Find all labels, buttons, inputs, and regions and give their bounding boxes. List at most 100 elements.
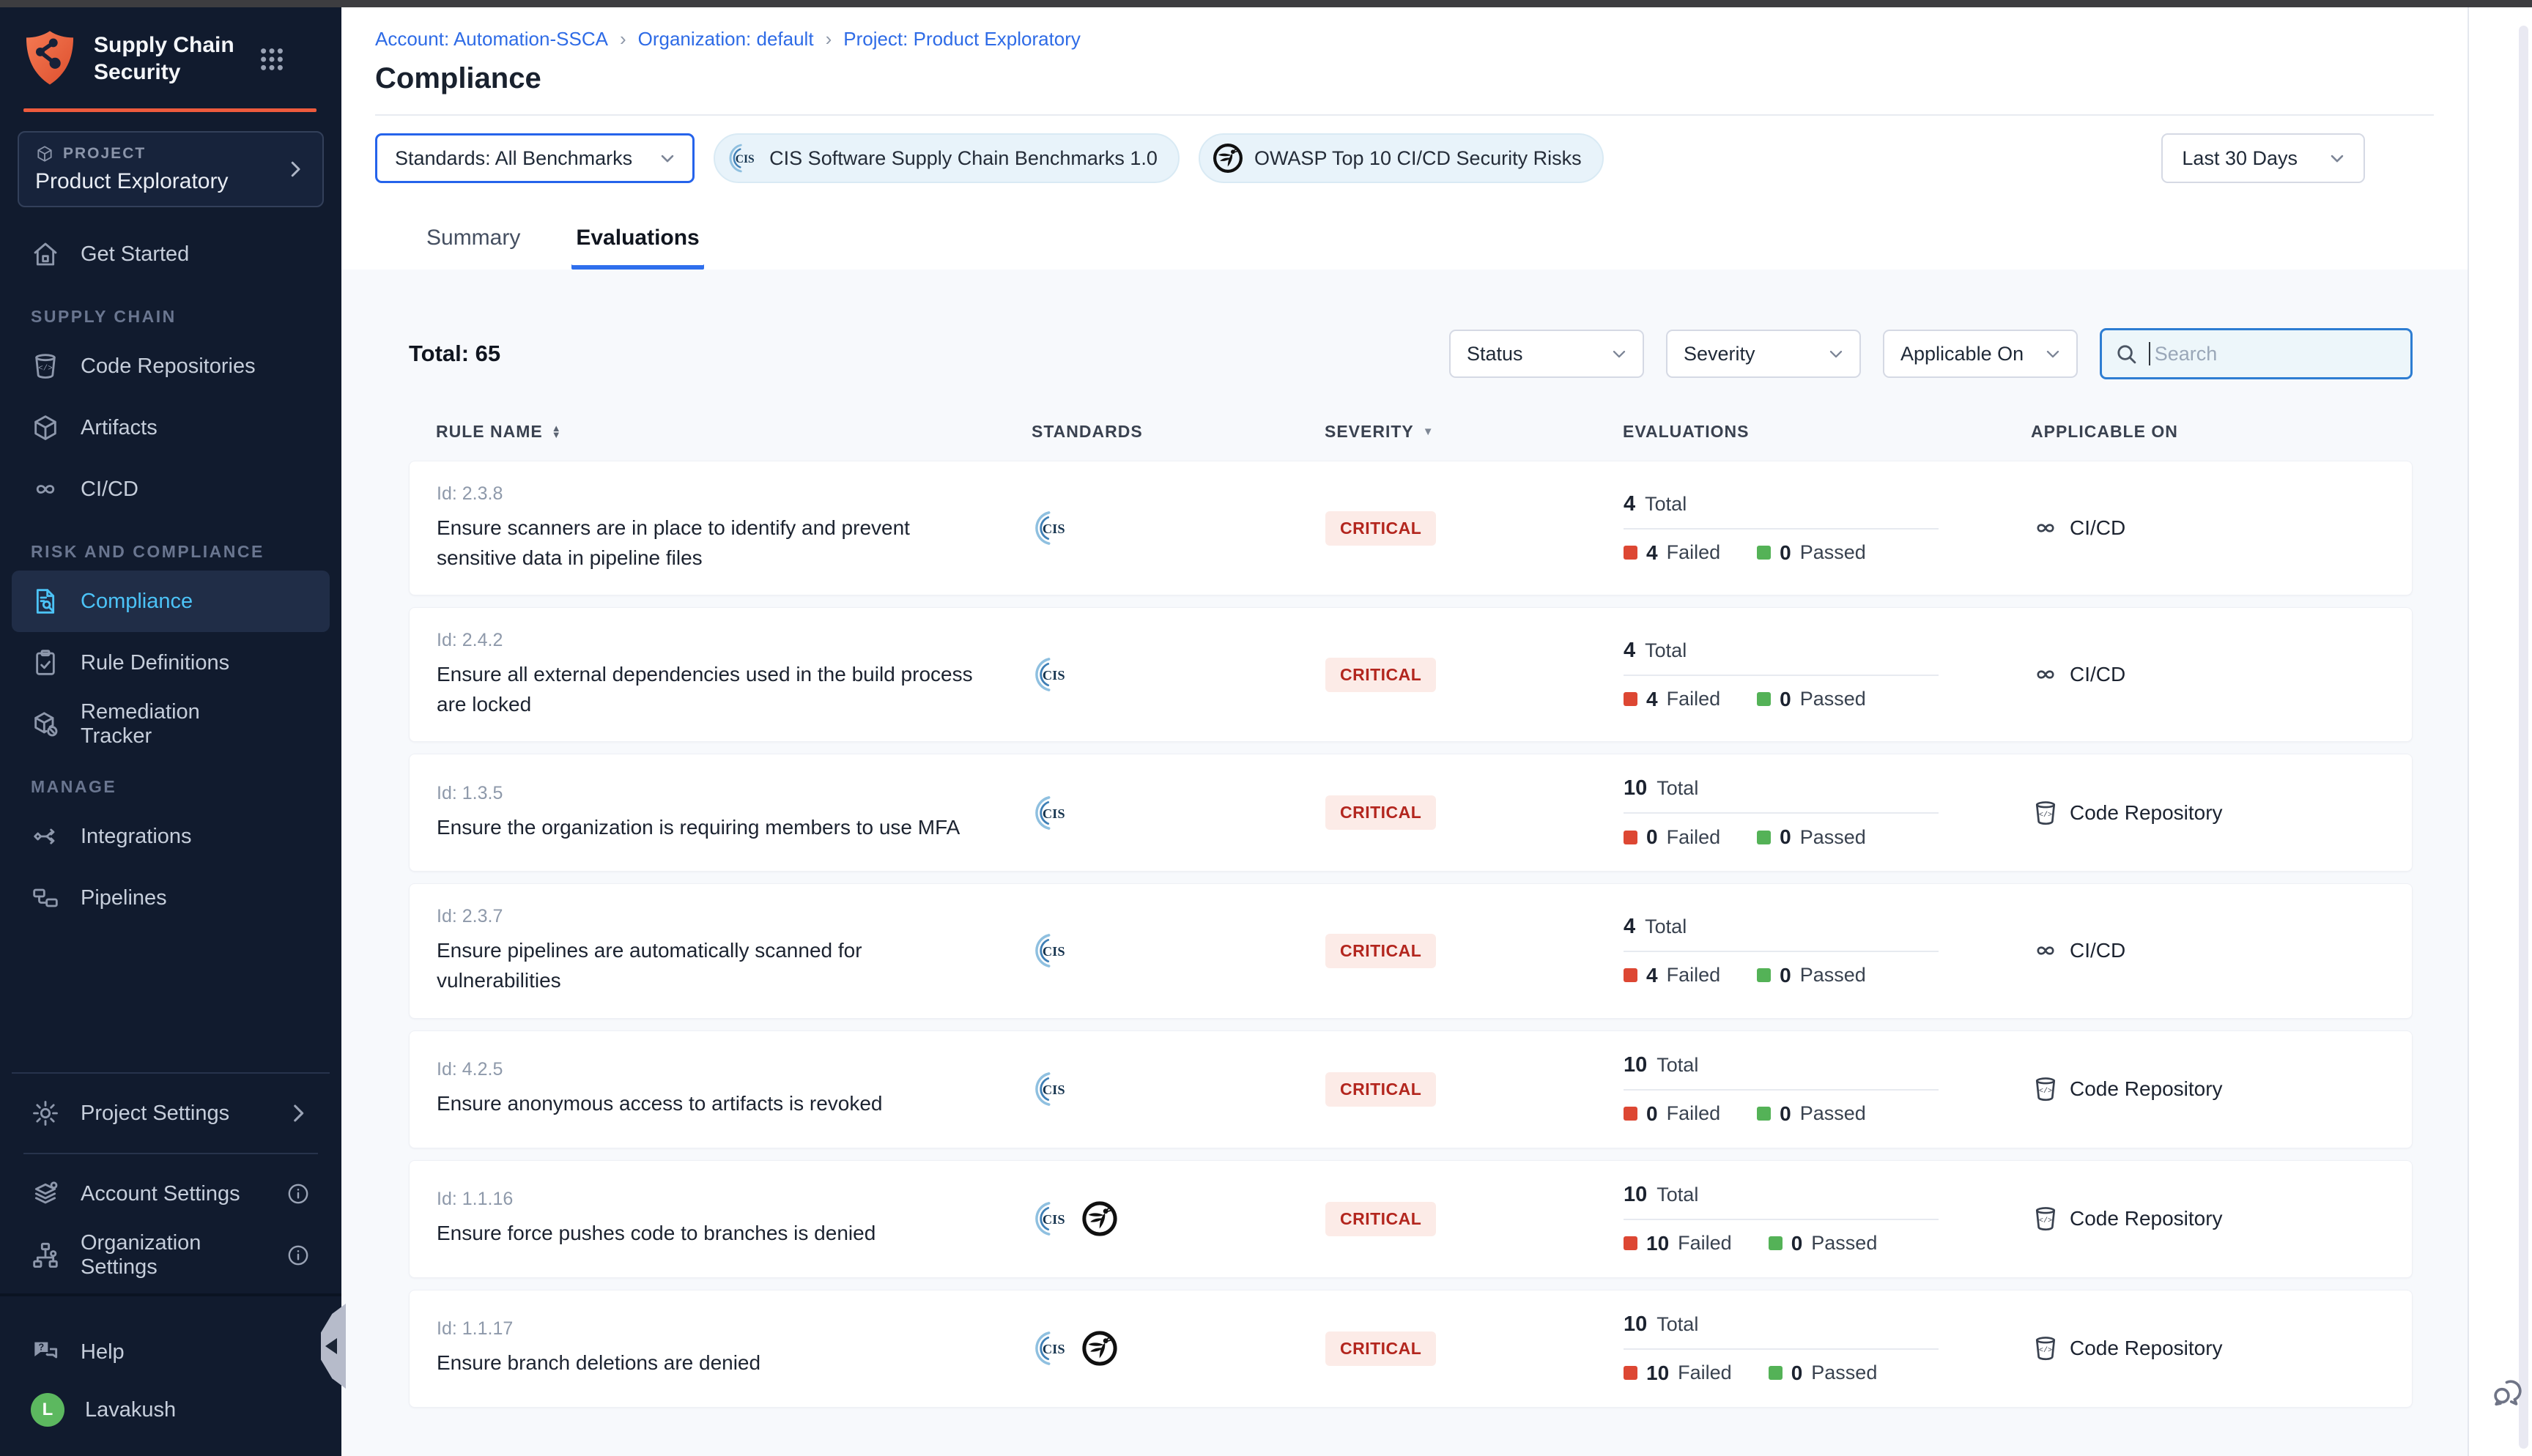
table-row[interactable]: Id: 4.2.5 Ensure anonymous access to art…	[409, 1030, 2413, 1148]
applicable-on-cell: CI/CD	[2032, 661, 2412, 688]
breadcrumb-link-3[interactable]: Project: Product Exploratory	[843, 28, 1081, 51]
severity-badge: CRITICAL	[1325, 795, 1436, 830]
avatar: L	[31, 1393, 64, 1427]
owasp-logo-icon	[1212, 142, 1244, 174]
scrollbar[interactable]	[2519, 26, 2528, 1449]
eval-passed: 0Passed	[1769, 1362, 1878, 1385]
sidebar-item-remediation-tracker[interactable]: Remediation Tracker	[12, 694, 330, 755]
cube-icon	[35, 144, 54, 163]
breadcrumb-link-2[interactable]: Organization: default	[638, 28, 814, 51]
chevron-right-icon	[284, 158, 306, 180]
standard-chip-owasp[interactable]: OWASP Top 10 CI/CD Security Risks	[1199, 133, 1604, 183]
evaluations-cell: 4 Total 4Failed 0Passed	[1624, 639, 2032, 711]
sidebar-item-compliance[interactable]: Compliance	[12, 571, 330, 632]
table-row[interactable]: Id: 2.4.2 Ensure all external dependenci…	[409, 607, 2413, 742]
sidebar-item-rule-definitions[interactable]: Rule Definitions	[12, 632, 330, 694]
sidebar-item-project-settings[interactable]: Project Settings	[12, 1082, 330, 1144]
eval-divider	[1624, 951, 1939, 952]
layers-icon	[31, 1179, 60, 1208]
chip-label: OWASP Top 10 CI/CD Security Risks	[1254, 147, 1582, 170]
eval-passed: 0Passed	[1769, 1232, 1878, 1255]
applicable-on-label: Code Repository	[2070, 1077, 2223, 1101]
sort-desc-icon[interactable]: ▼	[1423, 426, 1435, 438]
table-row[interactable]: Id: 2.3.7 Ensure pipelines are automatic…	[409, 883, 2413, 1018]
right-gutter	[2468, 7, 2532, 1456]
chevron-down-icon	[1826, 343, 1846, 364]
breadcrumb-link-1[interactable]: Account: Automation-SSCA	[375, 28, 608, 51]
tab-summary[interactable]: Summary	[422, 226, 525, 270]
sidebar-item-organization-settings[interactable]: Organization Settings	[12, 1225, 330, 1286]
text-caret	[2149, 342, 2150, 365]
eval-failed-count: 10	[1646, 1232, 1669, 1255]
eval-total-count: 10	[1624, 1312, 1647, 1336]
column-header-severity[interactable]: SEVERITY▼	[1325, 422, 1623, 442]
tab-evaluations[interactable]: Evaluations	[571, 226, 703, 270]
svg-text:CIS: CIS	[1043, 806, 1065, 821]
sidebar-item-pipelines[interactable]: Pipelines	[12, 867, 330, 929]
status-dropdown[interactable]: Status	[1449, 330, 1644, 378]
eval-failed: 10Failed	[1624, 1232, 1732, 1255]
table-row[interactable]: Id: 2.3.8 Ensure scanners are in place t…	[409, 461, 2413, 595]
rule-name: Ensure all external dependencies used in…	[437, 660, 979, 719]
eval-divider	[1624, 528, 1939, 530]
eval-passed-label: Passed	[1800, 826, 1866, 849]
eval-total-count: 10	[1624, 1183, 1647, 1206]
eval-total: 4 Total	[1624, 492, 2032, 516]
applicable-on-label: Code Repository	[2070, 801, 2223, 825]
svg-text:</>: </>	[2039, 811, 2052, 820]
applicable-on-dropdown[interactable]: Applicable On	[1883, 330, 2078, 378]
table-row[interactable]: Id: 1.1.17 Ensure branch deletions are d…	[409, 1290, 2413, 1408]
cis-logo-icon: CIS	[1032, 1329, 1070, 1367]
code-repo-icon: </>	[2032, 1334, 2059, 1362]
applicable-on-label: CI/CD	[2070, 939, 2125, 962]
app-window: Supply Chain Security PROJECT Product Ex…	[0, 7, 2532, 1456]
rule-name: Ensure scanners are in place to identify…	[437, 513, 979, 573]
eval-failed: 0Failed	[1624, 1102, 1720, 1126]
severity-cell: CRITICAL	[1325, 1202, 1624, 1236]
breadcrumb-separator: ›	[826, 28, 832, 51]
brand-shield-icon	[22, 29, 78, 89]
table-row[interactable]: Id: 1.1.16 Ensure force pushes code to b…	[409, 1160, 2413, 1278]
eval-total-count: 4	[1624, 492, 1635, 516]
severity-badge: CRITICAL	[1325, 934, 1436, 968]
sidebar-item-artifacts[interactable]: Artifacts	[12, 397, 330, 458]
standards-chips: CISCIS Software Supply Chain Benchmarks …	[714, 133, 1603, 183]
eval-failed: 4Failed	[1624, 964, 1720, 987]
eval-passed-count: 0	[1780, 541, 1791, 565]
search-box[interactable]	[2100, 328, 2413, 379]
help-button[interactable]: ? Help	[12, 1321, 330, 1383]
search-input[interactable]	[2155, 343, 2399, 365]
date-range-dropdown[interactable]: Last 30 Days	[2161, 133, 2365, 183]
standards-filter-bar: Standards: All Benchmarks CISCIS Softwar…	[341, 116, 2468, 201]
svg-text:</>: </>	[2039, 1087, 2052, 1096]
standards-dropdown[interactable]: Standards: All Benchmarks	[375, 133, 695, 183]
eval-divider	[1624, 1219, 1939, 1220]
user-menu[interactable]: L Lavakush	[12, 1383, 330, 1437]
standard-chip-cis[interactable]: CISCIS Software Supply Chain Benchmarks …	[714, 133, 1180, 183]
feedback-chat-icon[interactable]	[2488, 1373, 2526, 1411]
svg-text:?: ?	[39, 1342, 45, 1353]
eval-failed-label: Failed	[1678, 1362, 1732, 1384]
rule-name: Ensure pipelines are automatically scann…	[437, 936, 979, 995]
infinity-icon	[2032, 661, 2059, 688]
rule-cell: Id: 1.3.5 Ensure the organization is req…	[437, 783, 1032, 843]
sidebar: Supply Chain Security PROJECT Product Ex…	[0, 7, 341, 1456]
sidebar-item-account-settings[interactable]: Account Settings	[12, 1163, 330, 1225]
column-header-rule-name[interactable]: RULE NAME▲▼	[436, 422, 1032, 442]
severity-dropdown[interactable]: Severity	[1666, 330, 1861, 378]
sidebar-item-get-started[interactable]: Get Started	[12, 223, 330, 285]
applicable-on-cell: CI/CD	[2032, 937, 2412, 965]
evaluations-cell: 10 Total 10Failed 0Passed	[1624, 1183, 2032, 1255]
sort-icon[interactable]: ▲▼	[552, 426, 562, 437]
table-row[interactable]: Id: 1.3.5 Ensure the organization is req…	[409, 754, 2413, 872]
sidebar-item-code-repositories[interactable]: </> Code Repositories	[12, 335, 330, 397]
sidebar-item-ci-cd[interactable]: CI/CD	[12, 458, 330, 520]
infinity-icon	[2032, 937, 2059, 965]
app-grid-icon[interactable]	[256, 44, 287, 75]
sidebar-item-integrations[interactable]: Integrations	[12, 806, 330, 867]
evaluations-cell: 4 Total 4Failed 0Passed	[1624, 492, 2032, 565]
evaluations-panel: Total: 65 StatusSeverityApplicable On RU…	[341, 270, 2468, 1456]
project-selector[interactable]: PROJECT Product Exploratory	[18, 131, 324, 207]
eval-total-count: 4	[1624, 639, 1635, 662]
eval-total-count: 10	[1624, 1053, 1647, 1077]
